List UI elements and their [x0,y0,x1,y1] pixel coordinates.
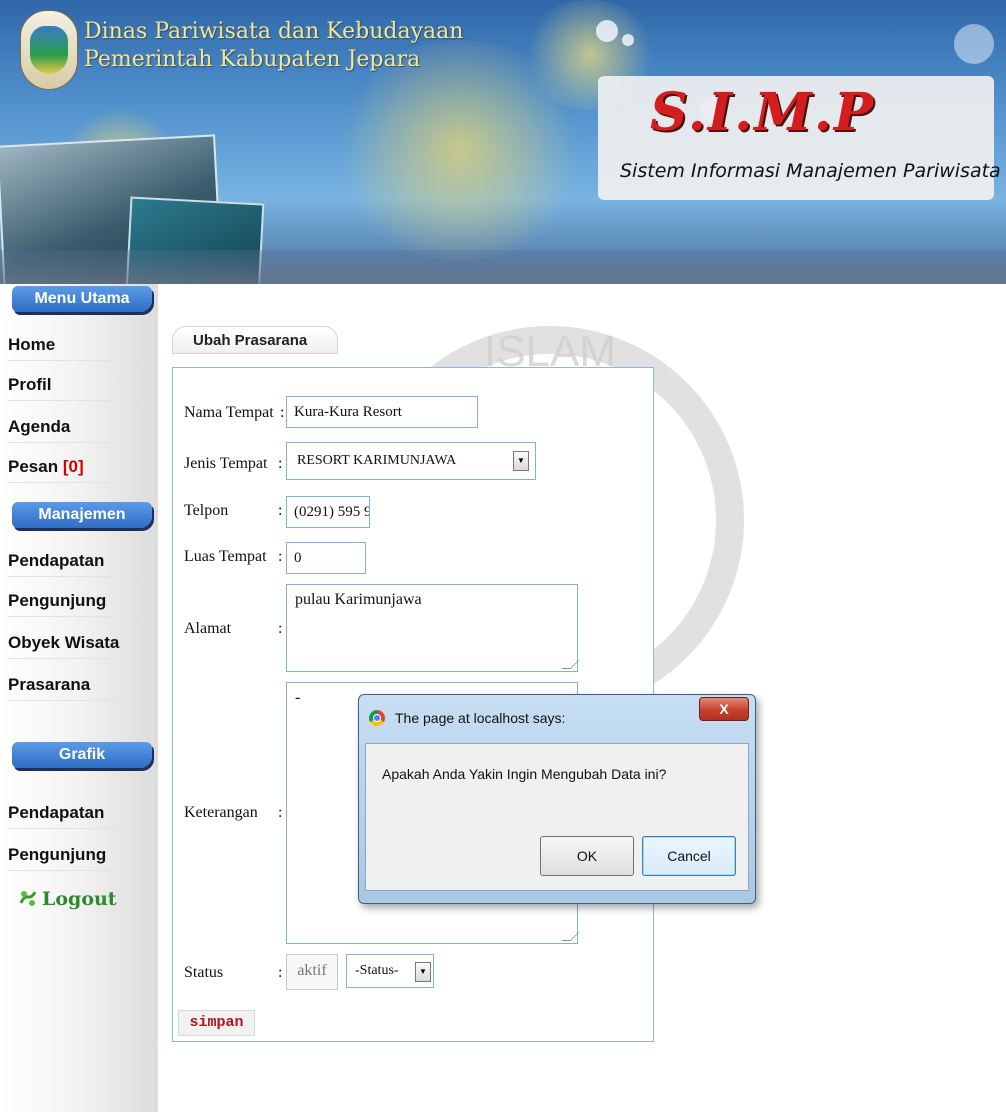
colon: : [278,620,283,637]
chevron-down-icon: ▼ [513,451,529,471]
close-button[interactable]: X [699,697,749,721]
logout-link[interactable]: Logout [18,888,117,910]
confirm-dialog: The page at localhost says: X Apakah And… [358,694,756,904]
logout-icon [19,891,37,906]
app-subtitle: Sistem Informasi Manajemen Pariwisata [620,160,1001,182]
dialog-body: Apakah Anda Yakin Ingin Mengubah Data in… [365,743,749,891]
sidebar-item-agenda[interactable]: Agenda [8,412,153,443]
app-logo: S.I.M.P [650,82,875,143]
jenis-tempat-select[interactable]: RESORT KARIMUNJAWA ▼ [286,442,536,480]
status-label: Status [184,964,224,981]
sidebar-item-obyek-wisata[interactable]: Obyek Wisata [8,628,153,659]
colon: : [278,964,283,981]
sidebar-item-pengunjung[interactable]: Pengunjung [8,586,153,617]
banner-bubble [596,20,618,42]
message-count-badge: [0] [62,457,84,476]
sidebar-item-prasarana[interactable]: Prasarana [8,670,153,701]
sidebar-heading-grafik: Grafik [12,742,152,768]
sidebar-item-pesan-label: Pesan [8,457,59,476]
logout-label: Logout [42,888,117,910]
colon: : [278,804,283,821]
jenis-tempat-selected: RESORT KARIMUNJAWA [297,453,457,468]
jepara-logo [20,10,78,90]
status-value-field: aktif [286,954,338,990]
sidebar-item-pesan[interactable]: Pesan [0] [8,452,153,483]
telpon-label: Telpon [184,502,229,519]
org-title-line1: Dinas Pariwisata dan Kebudayaan [84,19,464,44]
nama-tempat-label: Nama Tempat [184,404,274,421]
jepara-logo-emblem [30,26,68,74]
resize-handle-icon[interactable] [561,660,580,669]
status-select[interactable]: -Status- ▼ [346,954,434,988]
jenis-tempat-label: Jenis Tempat [184,455,268,472]
resize-handle-icon[interactable] [561,932,580,941]
alamat-textarea[interactable]: pulau Karimunjawa [286,584,580,672]
sidebar-item-grafik-pendapatan[interactable]: Pendapatan [8,798,153,829]
luas-tempat-input[interactable]: 0 [286,542,366,574]
chevron-down-icon: ▼ [415,962,431,982]
sidebar: Menu Utama Home Profil Agenda Pesan [0] … [0,284,158,1112]
alamat-value: pulau Karimunjawa [295,591,422,608]
org-title: Dinas Pariwisata dan Kebudayaan Pemerint… [84,18,463,74]
colon: : [278,502,283,519]
simpan-button[interactable]: simpan [178,1010,255,1036]
luas-tempat-label: Luas Tempat [184,548,267,565]
status-selected: -Status- [355,963,399,978]
cancel-button[interactable]: Cancel [642,836,736,876]
keterangan-value: - [295,689,301,706]
chrome-icon [369,710,385,726]
banner-strip [0,250,1006,284]
banner-bubble [954,24,994,64]
sidebar-item-profil[interactable]: Profil [8,370,153,401]
ok-button[interactable]: OK [540,836,634,876]
header-banner: Dinas Pariwisata dan Kebudayaan Pemerint… [0,0,1006,284]
dialog-title: The page at localhost says: [395,710,566,726]
colon: : [280,404,285,421]
colon: : [278,455,283,472]
telpon-input[interactable]: (0291) 595 93 [286,496,370,528]
sidebar-heading-menu-utama: Menu Utama [12,286,152,312]
keterangan-label: Keterangan [184,804,258,821]
dialog-message: Apakah Anda Yakin Ingin Mengubah Data in… [382,766,667,782]
sidebar-item-grafik-pengunjung[interactable]: Pengunjung [8,840,153,871]
colon: : [278,548,283,565]
alamat-label: Alamat [184,620,232,637]
sidebar-heading-manajemen: Manajemen [12,502,152,528]
org-title-line2: Pemerintah Kabupaten Jepara [84,47,421,72]
nama-tempat-input[interactable]: Kura-Kura Resort [286,396,478,428]
sidebar-item-pendapatan[interactable]: Pendapatan [8,546,153,577]
section-title: Ubah Prasarana [172,326,338,354]
banner-bubble [622,34,634,46]
sidebar-item-home[interactable]: Home [8,330,153,361]
